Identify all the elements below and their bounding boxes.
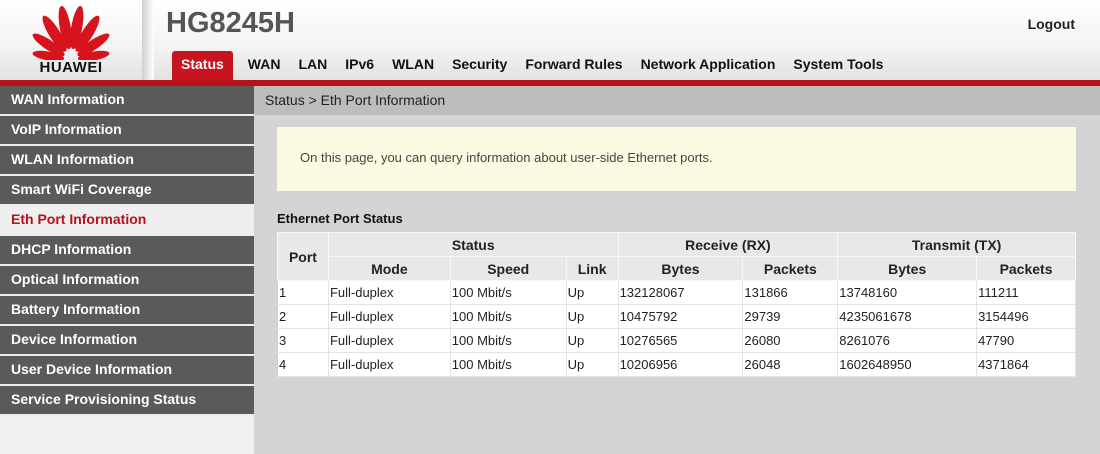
info-box: On this page, you can query information … [277, 127, 1076, 191]
cell-port: 2 [277, 304, 329, 329]
nav-item-forward-rules[interactable]: Forward Rules [516, 51, 631, 80]
huawei-flower-icon [32, 5, 110, 60]
table-row: 1 Full-duplex 100 Mbit/s Up 132128067 131866 1… [277, 280, 1076, 305]
table-row: 4 Full-duplex 100 Mbit/s Up 10206956 26048 160… [277, 352, 1076, 377]
cell-tx-packets: 111211 [976, 280, 1076, 305]
sidebar-item-eth-port-information[interactable]: Eth Port Information [0, 206, 254, 236]
table-row: 2 Full-duplex 100 Mbit/s Up 10475792 29739 423… [277, 304, 1076, 329]
cell-rx-packets: 26048 [742, 352, 839, 377]
sidebar-item-wlan-information[interactable]: WLAN Information [0, 146, 254, 176]
cell-port: 4 [277, 352, 329, 377]
ethernet-port-table: Port Status Receive (RX) Transmit (TX) M… [277, 232, 1076, 377]
cell-tx-bytes: 1602648950 [837, 352, 978, 377]
cell-port: 1 [277, 280, 329, 305]
cell-mode: Full-duplex [327, 280, 451, 305]
cell-tx-bytes: 8261076 [837, 328, 978, 353]
sidebar-item-voip-information[interactable]: VoIP Information [0, 116, 254, 146]
header-port: Port [277, 232, 329, 281]
cell-mode: Full-duplex [327, 328, 451, 353]
logo-text: HUAWEI [39, 59, 103, 76]
cell-rx-bytes: 10276565 [617, 328, 744, 353]
header-rx-bytes: Bytes [617, 256, 744, 281]
sidebar-item-user-device-information[interactable]: User Device Information [0, 356, 254, 386]
logout-link[interactable]: Logout [1028, 16, 1075, 32]
header-mode: Mode [327, 256, 451, 281]
section-title: Ethernet Port Status [277, 211, 403, 226]
cell-mode: Full-duplex [327, 352, 451, 377]
sidebar-item-battery-information[interactable]: Battery Information [0, 296, 254, 326]
cell-rx-bytes: 10206956 [617, 352, 744, 377]
cell-link: Up [565, 328, 619, 353]
cell-rx-packets: 29739 [742, 304, 839, 329]
sidebar-item-smart-wifi-coverage[interactable]: Smart WiFi Coverage [0, 176, 254, 206]
model-title: HG8245H [166, 7, 295, 39]
breadcrumb: Status > Eth Port Information [254, 86, 1100, 115]
cell-speed: 100 Mbit/s [449, 328, 567, 353]
header-link: Link [565, 256, 619, 281]
cell-rx-bytes: 10475792 [617, 304, 744, 329]
sidebar-item-wan-information[interactable]: WAN Information [0, 86, 254, 116]
cell-link: Up [565, 304, 619, 329]
cell-rx-packets: 26080 [742, 328, 839, 353]
nav-item-status[interactable]: Status [172, 51, 233, 80]
cell-speed: 100 Mbit/s [449, 304, 567, 329]
cell-speed: 100 Mbit/s [449, 280, 567, 305]
nav-item-security[interactable]: Security [443, 51, 516, 80]
nav-item-lan[interactable]: LAN [289, 51, 336, 80]
sidebar-item-device-information[interactable]: Device Information [0, 326, 254, 356]
table-row: 3 Full-duplex 100 Mbit/s Up 10276565 26080 826… [277, 328, 1076, 353]
header-receive: Receive (RX) [617, 232, 839, 257]
header: HUAWEI HG8245H Logout Status WAN LAN IPv6 WL… [0, 0, 1100, 80]
sidebar: WAN Information VoIP Information WLAN Info… [0, 86, 254, 454]
header-tx-packets: Packets [976, 256, 1076, 281]
header-divider [142, 0, 154, 80]
info-text: On this page, you can query information … [300, 150, 713, 165]
cell-link: Up [565, 352, 619, 377]
nav-item-wlan[interactable]: WLAN [383, 51, 443, 80]
nav-item-ipv6[interactable]: IPv6 [336, 51, 383, 80]
sidebar-item-service-provisioning-status[interactable]: Service Provisioning Status [0, 386, 254, 416]
header-status: Status [327, 232, 619, 257]
cell-tx-bytes: 4235061678 [837, 304, 978, 329]
header-tx-bytes: Bytes [837, 256, 978, 281]
cell-rx-bytes: 132128067 [617, 280, 744, 305]
nav-item-network-application[interactable]: Network Application [632, 51, 785, 80]
cell-tx-packets: 47790 [976, 328, 1076, 353]
cell-speed: 100 Mbit/s [449, 352, 567, 377]
nav-item-system-tools[interactable]: System Tools [784, 51, 892, 80]
cell-tx-bytes: 13748160 [837, 280, 978, 305]
top-nav: Status WAN LAN IPv6 WLAN Security Forward Rule… [172, 51, 892, 80]
sidebar-item-optical-information[interactable]: Optical Information [0, 266, 254, 296]
sidebar-item-dhcp-information[interactable]: DHCP Information [0, 236, 254, 266]
header-transmit: Transmit (TX) [837, 232, 1076, 257]
cell-link: Up [565, 280, 619, 305]
cell-port: 3 [277, 328, 329, 353]
cell-tx-packets: 4371864 [976, 352, 1076, 377]
huawei-logo: HUAWEI [0, 0, 142, 80]
header-rx-packets: Packets [742, 256, 839, 281]
cell-mode: Full-duplex [327, 304, 451, 329]
cell-tx-packets: 3154496 [976, 304, 1076, 329]
cell-rx-packets: 131866 [742, 280, 839, 305]
nav-item-wan[interactable]: WAN [239, 51, 290, 80]
header-speed: Speed [449, 256, 567, 281]
